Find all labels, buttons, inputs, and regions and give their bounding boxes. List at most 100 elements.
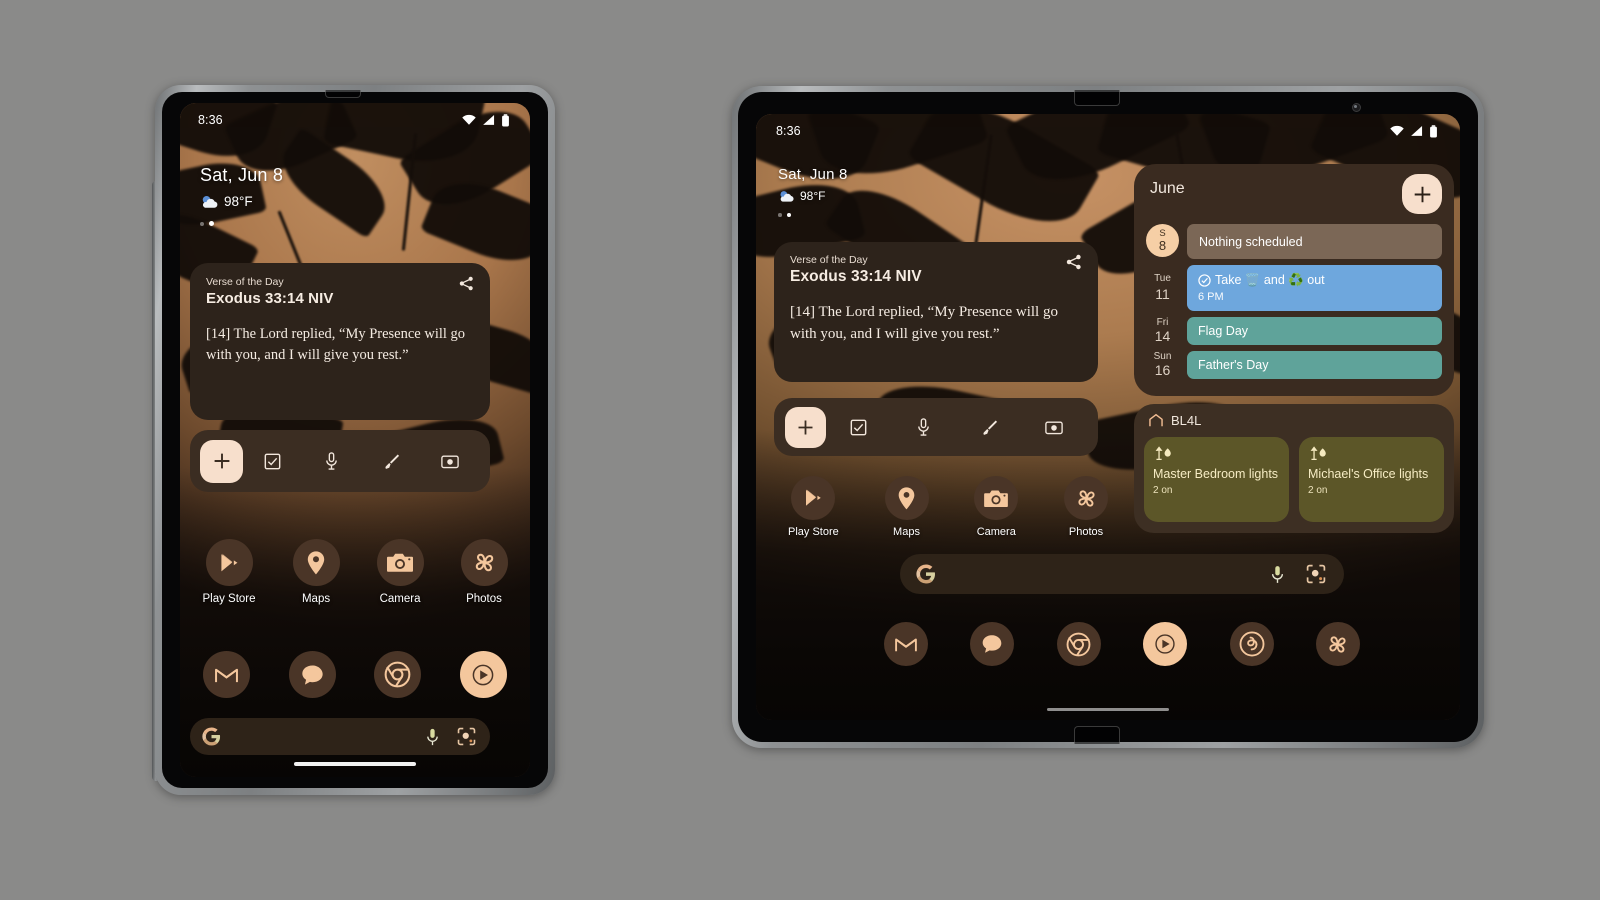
calendar-row[interactable]: Sun 16 Father's Day [1146,351,1442,379]
new-list-button[interactable] [826,419,891,436]
microphone-icon [918,418,930,436]
status-clock: 8:36 [198,113,223,127]
drawing-note-button[interactable] [957,419,1022,436]
status-bar: 8:36 [180,103,530,137]
app-label: Maps [893,526,920,538]
app-row-labeled: Play Store Maps Camera Photos [184,539,526,605]
app-icon-bubble [459,651,507,698]
new-list-button[interactable] [243,453,302,470]
dock-app-gmail[interactable] [203,651,251,698]
app-icon-bubble [974,476,1019,520]
signal-icon [1411,125,1423,136]
plus-icon [798,420,813,434]
google-search-bar[interactable] [900,554,1344,594]
app-maps[interactable]: Maps [292,539,340,605]
at-a-glance[interactable]: Sat, Jun 8 98°F [200,165,283,226]
calendar-row[interactable]: Tue 11 Take 🗑️ and ♻️ out 6 PM [1146,265,1442,311]
camera-icon [387,553,414,572]
calendar-event-chip[interactable]: Nothing scheduled [1187,224,1442,259]
photo-note-button[interactable] [1022,419,1087,435]
dock-app-chrome[interactable] [1056,622,1101,666]
share-icon[interactable] [1066,254,1082,275]
keep-toolbar-widget[interactable] [190,430,490,492]
photo-note-button[interactable] [421,453,480,469]
new-note-button[interactable] [200,439,243,483]
glance-date: Sat, Jun 8 [778,166,848,183]
brush-icon [385,454,399,469]
app-camera[interactable]: Camera [974,476,1019,538]
front-camera-icon [1352,103,1361,112]
microphone-icon [326,452,338,470]
app-play-store[interactable]: Play Store [788,476,839,538]
glance-temp: 98°F [224,194,253,209]
calendar-event-chip[interactable]: Father's Day [1187,351,1442,379]
microphone-icon[interactable] [426,728,439,746]
home-gesture-bar[interactable] [1047,707,1169,711]
verse-reference: Exodus 33:14 NIV [790,268,922,285]
calendar-event-chip[interactable]: Take 🗑️ and ♻️ out 6 PM [1187,265,1442,311]
home-tile-status: 2 on [1153,484,1173,496]
voice-note-button[interactable] [891,418,956,436]
partly-cloudy-icon [202,195,218,208]
app-icon-bubble [791,476,836,520]
status-icons [1390,124,1438,138]
home-gesture-bar[interactable] [294,762,416,766]
verse-reference: Exodus 33:14 NIV [206,290,334,307]
verse-label: Verse of the Day [790,254,868,266]
new-note-button[interactable] [785,406,826,448]
voice-note-button[interactable] [302,452,361,470]
drawing-note-button[interactable] [362,453,421,470]
calendar-row[interactable]: S 8 Nothing scheduled [1146,224,1442,259]
dock-app-messages[interactable] [288,651,336,698]
calendar-date: Sun 16 [1146,351,1179,379]
dock-app-messages[interactable] [970,622,1015,666]
calendar-event-title: Father's Day [1198,358,1269,372]
calendar-day: 8 [1158,237,1167,253]
lamp-icon [1310,446,1326,461]
dock-app-gmail[interactable] [884,622,928,666]
calendar-event-text: Take 🗑️ and ♻️ out [1215,273,1325,287]
calendar-date-today: S 8 [1146,224,1179,257]
checkbox-icon [850,419,867,435]
messages-icon [983,635,1002,653]
verse-of-the-day-widget[interactable]: Verse of the Day Exodus 33:14 NIV [14] T… [774,242,1098,382]
google-lens-icon[interactable] [1306,564,1326,584]
add-event-button[interactable] [1402,174,1442,214]
dock-app-youtube-music[interactable] [1143,622,1188,666]
google-lens-icon[interactable] [457,727,476,746]
app-icon-bubble [203,651,251,698]
app-play-store[interactable]: Play Store [202,539,256,605]
keep-toolbar-widget[interactable] [774,398,1098,456]
calendar-event-title: Flag Day [1198,324,1249,338]
home-tile[interactable]: Michael's Office lights 2 on [1299,437,1444,522]
app-camera[interactable]: Camera [376,539,424,605]
verse-of-the-day-widget[interactable]: Verse of the Day Exodus 33:14 NIV [14] T… [190,263,490,420]
calendar-event-chip[interactable]: Flag Day [1187,317,1442,345]
app-icon-bubble [1143,622,1188,666]
dock-app-youtube-music[interactable] [459,651,507,698]
lamp-icon [1155,446,1171,461]
microphone-icon[interactable] [1271,565,1284,584]
app-icon-bubble [460,539,508,586]
folded-phone-device: 8:36 Sat, Jun 8 98°F Verse of the Day Ex… [152,85,555,795]
share-icon[interactable] [459,276,474,296]
app-maps[interactable]: Maps [884,476,929,538]
calendar-widget[interactable]: June S 8 Nothing scheduled Tue 11 Take 🗑… [1134,164,1454,396]
status-bar: 8:36 [756,114,1460,148]
home-controls-widget[interactable]: BL4L Master Bedroom lights 2 on Michael'… [1134,404,1454,533]
app-photos[interactable]: Photos [1064,476,1108,538]
calendar-row[interactable]: Fri 14 Flag Day [1146,317,1442,345]
glance-date: Sat, Jun 8 [200,165,284,185]
app-photos[interactable]: Photos [460,539,508,605]
dock-app-chrome[interactable] [374,651,422,698]
verse-body: [14] The Lord replied, “My Presence will… [790,304,1058,342]
home-tile[interactable]: Master Bedroom lights 2 on [1144,437,1289,522]
at-a-glance[interactable]: Sat, Jun 8 98°F [778,166,848,218]
wifi-icon [1390,125,1404,136]
google-search-bar[interactable] [190,718,490,755]
home-tile-name: Master Bedroom lights [1153,467,1279,481]
calendar-day: 11 [1155,285,1170,302]
screenshot-stage: 8:36 Sat, Jun 8 98°F Verse of the Day Ex… [0,0,1600,900]
dock-app-threads[interactable] [1229,622,1274,666]
dock-app-photos[interactable] [1315,622,1360,666]
